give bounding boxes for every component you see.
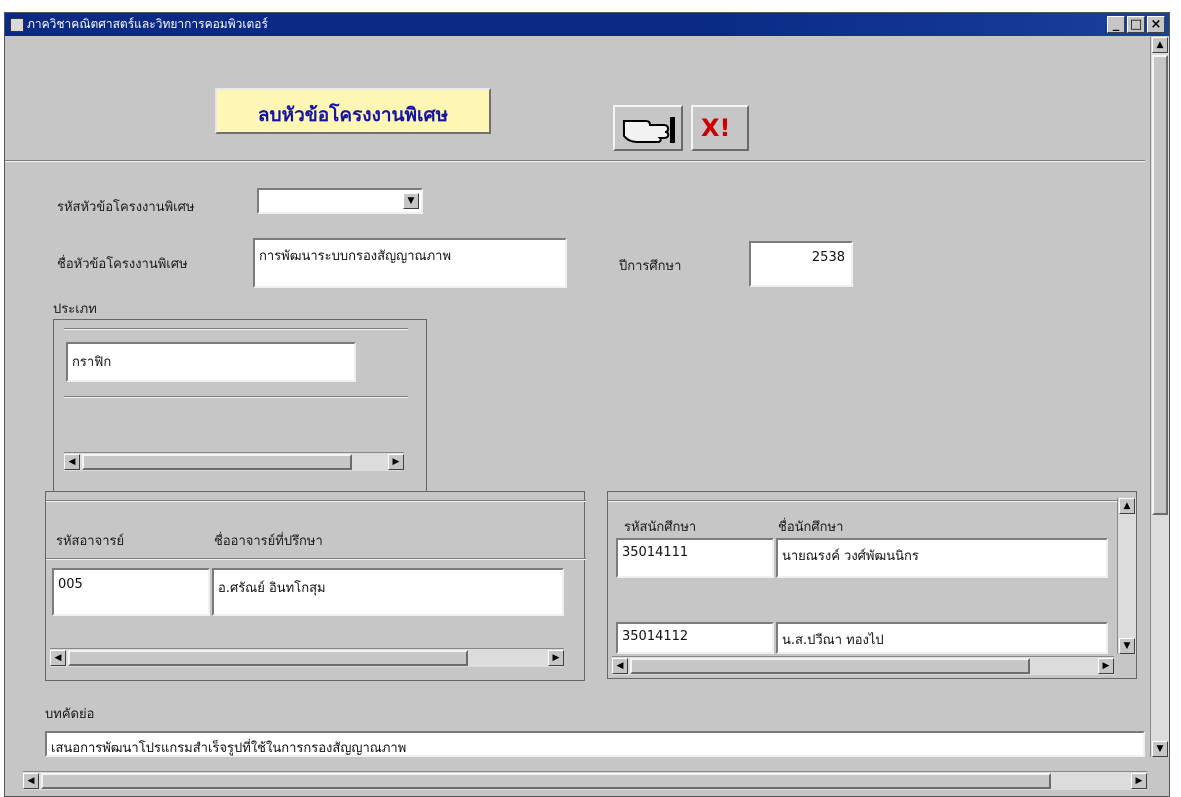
project-name-label: ชื่อหัวข้อโครงงานพิเศษ — [57, 257, 188, 272]
students-vertical-scrollbar[interactable]: ▲ ▼ — [1117, 498, 1136, 654]
chevron-down-icon[interactable]: ▼ — [403, 193, 419, 209]
cancel-button[interactable]: X! — [691, 105, 749, 151]
student-name-header: ชื่อนักศึกษา — [778, 520, 844, 535]
abstract-field[interactable]: เสนอการพัฒนาโปรแกรมสำเร็จรูปที่ใช้ในการก… — [45, 731, 1145, 757]
scroll-left-icon[interactable]: ◀ — [23, 773, 39, 789]
scroll-thumb[interactable] — [41, 773, 1051, 789]
advisor-name-header: ชื่ออาจารย์ที่ปรึกษา — [214, 534, 323, 549]
scroll-down-icon[interactable]: ▼ — [1152, 741, 1168, 757]
student-id-header: รหัสนักศึกษา — [624, 520, 697, 535]
app-window: ภาควิชาคณิตศาสตร์และวิทยาการคอมพิวเตอร์ … — [4, 12, 1170, 797]
advisor-horizontal-scrollbar[interactable]: ◀ ▶ — [50, 648, 564, 667]
advisor-code-value: 005 — [58, 577, 83, 592]
type-top-rule — [64, 328, 408, 330]
close-button[interactable]: × — [1147, 16, 1165, 33]
student-name-value: น.ส.ปวีณา ทองไป — [782, 633, 884, 648]
scroll-down-icon[interactable]: ▼ — [1119, 638, 1135, 654]
student-id-cell[interactable]: 35014112 — [616, 622, 774, 654]
hand-pointer-icon — [623, 117, 675, 143]
academic-year-label: ปีการศึกษา — [619, 259, 682, 274]
students-top-rule — [608, 500, 1118, 502]
main-horizontal-scrollbar[interactable]: ◀ ▶ — [23, 771, 1147, 790]
project-name-value: การพัฒนาระบบกรองสัญญาณภาพ — [259, 249, 452, 264]
abstract-label: บทคัดย่อ — [45, 707, 95, 722]
delete-x-icon: X! — [701, 114, 731, 142]
project-name-field[interactable]: การพัฒนาระบบกรองสัญญาณภาพ — [253, 238, 567, 288]
advisor-code-header: รหัสอาจารย์ — [56, 534, 125, 549]
scroll-left-icon[interactable]: ◀ — [612, 658, 628, 674]
student-name-cell[interactable]: น.ส.ปวีณา ทองไป — [776, 622, 1108, 654]
type-bottom-rule — [64, 396, 408, 398]
advisor-code-cell[interactable]: 005 — [52, 568, 210, 616]
student-name-value: นายณรงค์ วงศ์พัฒนนิกร — [782, 549, 919, 564]
scroll-right-icon[interactable]: ▶ — [1131, 773, 1147, 789]
advisor-top-rule — [46, 500, 586, 502]
type-field[interactable]: กราฟิก — [66, 342, 356, 382]
scroll-up-icon[interactable]: ▲ — [1152, 37, 1168, 53]
advisor-header-rule — [46, 558, 586, 560]
scroll-thumb[interactable] — [630, 658, 1030, 674]
title-bar: ภาควิชาคณิตศาสตร์และวิทยาการคอมพิวเตอร์ … — [5, 13, 1169, 36]
scroll-thumb[interactable] — [82, 454, 352, 470]
scroll-up-icon[interactable]: ▲ — [1119, 498, 1135, 514]
type-value: กราฟิก — [72, 355, 112, 370]
student-id-cell[interactable]: 35014111 — [616, 538, 774, 578]
advisor-name-cell[interactable]: อ.ศรัณย์ อินทโกสุม — [212, 568, 564, 616]
scroll-right-icon[interactable]: ▶ — [388, 454, 404, 470]
type-label: ประเภท — [53, 302, 97, 317]
scroll-left-icon[interactable]: ◀ — [64, 454, 80, 470]
students-horizontal-scrollbar[interactable]: ◀ ▶ — [612, 656, 1114, 675]
student-name-cell[interactable]: นายณรงค์ วงศ์พัฒนนิกร — [776, 538, 1108, 578]
main-vertical-scrollbar[interactable]: ▲ ▼ — [1150, 37, 1169, 757]
students-subform: รหัสนักศึกษา ชื่อนักศึกษา 35014111 นายณร… — [607, 491, 1137, 679]
window-title: ภาควิชาคณิตศาสตร์และวิทยาการคอมพิวเตอร์ — [27, 17, 268, 31]
scroll-left-icon[interactable]: ◀ — [50, 650, 66, 666]
student-id-value: 35014112 — [622, 629, 689, 644]
scroll-thumb[interactable] — [1152, 55, 1168, 515]
project-code-combobox[interactable]: ▼ — [257, 188, 423, 214]
type-subform: กราฟิก ◀ ▶ — [53, 319, 427, 493]
page-title: ลบหัวข้อโครงงานพิเศษ — [257, 104, 449, 126]
confirm-delete-button[interactable] — [613, 105, 683, 151]
header-divider — [5, 160, 1145, 162]
advisor-name-value: อ.ศรัณย์ อินทโกสุม — [218, 581, 326, 596]
minimize-button[interactable]: _ — [1107, 16, 1125, 33]
project-code-value — [259, 190, 267, 196]
academic-year-field[interactable]: 2538 — [749, 241, 853, 287]
advisor-subform: รหัสอาจารย์ ชื่ออาจารย์ที่ปรึกษา 005 อ.ศ… — [45, 491, 586, 681]
abstract-value: เสนอการพัฒนาโปรแกรมสำเร็จรูปที่ใช้ในการก… — [51, 741, 407, 756]
maximize-button[interactable]: □ — [1127, 16, 1145, 33]
app-icon — [10, 18, 24, 32]
scroll-thumb[interactable] — [68, 650, 468, 666]
scroll-right-icon[interactable]: ▶ — [548, 650, 564, 666]
scroll-right-icon[interactable]: ▶ — [1098, 658, 1114, 674]
type-horizontal-scrollbar[interactable]: ◀ ▶ — [64, 452, 404, 471]
project-code-label: รหัสหัวข้อโครงงานพิเศษ — [57, 200, 195, 215]
page-heading-box: ลบหัวข้อโครงงานพิเศษ — [215, 88, 491, 134]
academic-year-value: 2538 — [811, 250, 845, 265]
student-id-value: 35014111 — [622, 545, 689, 560]
